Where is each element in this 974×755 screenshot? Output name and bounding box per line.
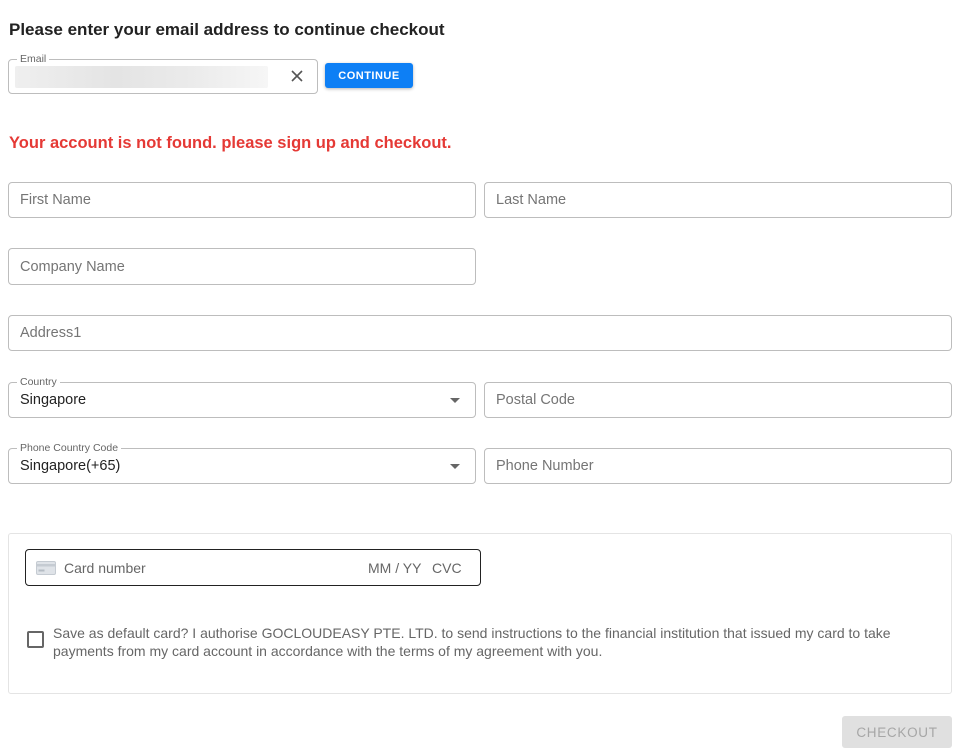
phone-number-input[interactable]: Phone Number bbox=[484, 448, 952, 484]
phone-number-placeholder: Phone Number bbox=[496, 458, 594, 474]
card-number-placeholder: Card number bbox=[64, 560, 146, 576]
phone-country-code-value: Singapore(+65) bbox=[20, 458, 121, 474]
chevron-down-icon[interactable] bbox=[450, 398, 460, 403]
card-input[interactable]: Card number MM / YY CVC bbox=[25, 549, 481, 586]
company-name-placeholder: Company Name bbox=[20, 258, 125, 275]
company-name-input[interactable]: Company Name bbox=[8, 248, 476, 285]
expiry-placeholder: MM / YY bbox=[368, 560, 422, 576]
cvc-placeholder: CVC bbox=[432, 560, 462, 576]
address1-input[interactable]: Address1 bbox=[8, 315, 952, 351]
email-field[interactable]: Email bbox=[8, 53, 318, 94]
close-icon[interactable] bbox=[289, 68, 305, 84]
country-value: Singapore bbox=[20, 392, 87, 408]
first-name-placeholder: First Name bbox=[20, 192, 91, 208]
save-default-card-text: Save as default card? I authorise GOCLOU… bbox=[53, 625, 891, 659]
checkout-button[interactable]: CHECKOUT bbox=[842, 716, 952, 748]
country-label: Country bbox=[17, 376, 60, 388]
error-message: Your account is not found. please sign u… bbox=[9, 134, 452, 152]
chevron-down-icon[interactable] bbox=[450, 464, 460, 469]
first-name-input[interactable]: First Name bbox=[8, 182, 476, 218]
payment-section: Card number MM / YY CVC Save as default … bbox=[8, 533, 952, 694]
phone-country-code-label: Phone Country Code bbox=[17, 442, 122, 454]
address1-placeholder: Address1 bbox=[20, 325, 82, 341]
postal-code-input[interactable]: Postal Code bbox=[484, 382, 952, 418]
email-value-redacted[interactable] bbox=[15, 66, 268, 88]
continue-button[interactable]: CONTINUE bbox=[325, 63, 413, 88]
phone-country-code-select[interactable]: Phone Country Code Singapore(+65) bbox=[8, 442, 476, 484]
page-title: Please enter your email address to conti… bbox=[9, 20, 445, 39]
save-default-card-checkbox[interactable] bbox=[27, 631, 44, 648]
email-label: Email bbox=[17, 53, 50, 65]
last-name-placeholder: Last Name bbox=[496, 192, 567, 208]
postal-code-placeholder: Postal Code bbox=[496, 392, 575, 408]
last-name-input[interactable]: Last Name bbox=[484, 182, 952, 218]
credit-card-icon bbox=[36, 561, 56, 575]
country-select[interactable]: Country Singapore bbox=[8, 376, 476, 418]
